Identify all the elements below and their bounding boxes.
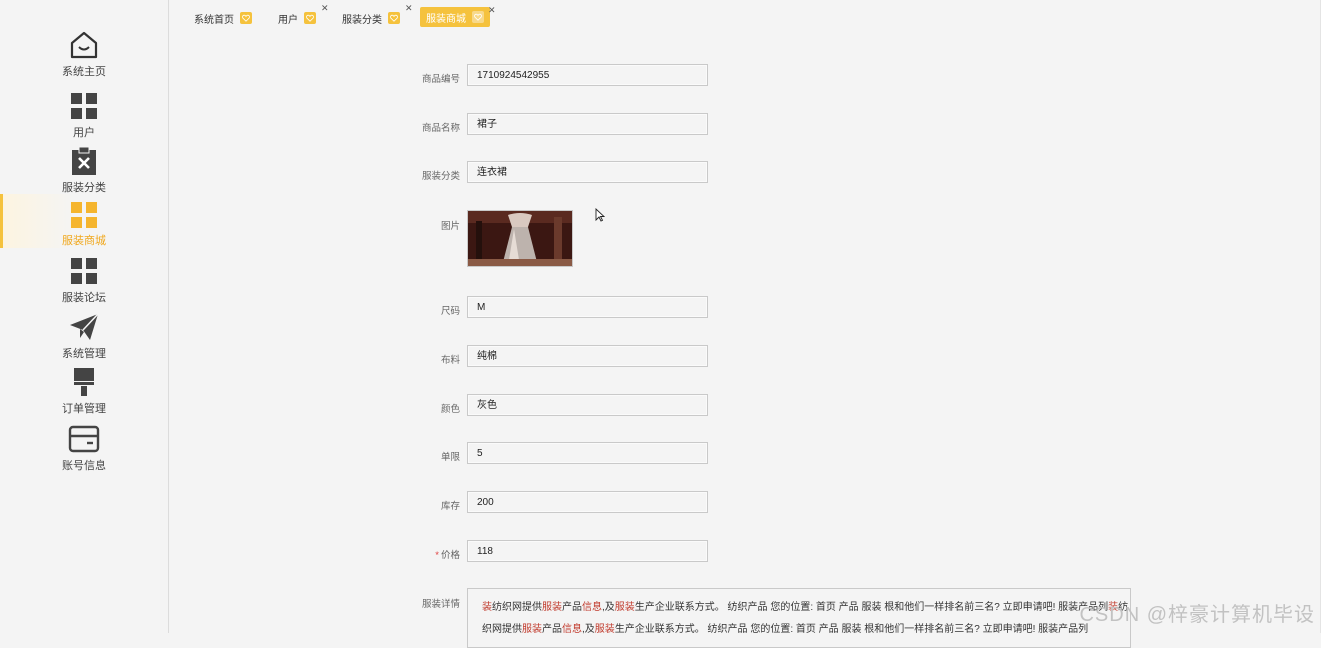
card-icon <box>67 422 101 456</box>
sidebar-item-label: 系统主页 <box>62 66 106 78</box>
field-label: 颜色 <box>440 404 460 415</box>
product-detail-form: 商品编号 1710924542955 商品名称 裙子 服装分类 连衣裙 图片 尺… <box>380 0 1180 648</box>
limit-field[interactable]: 5 <box>467 442 708 464</box>
sidebar-item-label: 账号信息 <box>62 460 106 472</box>
detail-editor[interactable]: 装纺织网提供服装产品信息,及服装生产企业联系方式。 纺织产品 您的位置: 首页 … <box>467 588 1131 648</box>
detail-fragment: 服装 <box>614 602 635 613</box>
color-field[interactable]: 灰色 <box>467 394 708 416</box>
grid-icon <box>67 199 101 231</box>
paper-plane-icon <box>67 310 101 344</box>
sidebar-item-label: 服装论坛 <box>62 292 106 304</box>
sidebar-item-label: 用户 <box>73 127 95 139</box>
product-image[interactable] <box>467 210 573 267</box>
tab-home[interactable]: 系统首页 <box>194 8 252 28</box>
detail-fragment: 产品 <box>562 602 582 613</box>
detail-fragment: 纺织网提供 <box>492 602 542 613</box>
heart-icon <box>304 12 316 24</box>
code-field[interactable]: 1710924542955 <box>467 64 708 86</box>
field-label: 库存 <box>440 501 460 512</box>
sidebar-item-users[interactable]: 用户 <box>0 89 168 143</box>
field-label: 单限 <box>440 452 460 463</box>
detail-fragment: 服装 <box>542 602 562 613</box>
grid-icon <box>67 254 101 288</box>
sidebar-item-shop[interactable]: 服装商城 <box>0 194 168 248</box>
detail-fragment: ,及 <box>602 602 615 613</box>
detail-fragment: 生产企业联系方式。 纺织产品 您的位置: 首页 产品 服装 根和他们一样排名前三… <box>614 624 1089 635</box>
sidebar-item-label: 服装商城 <box>62 235 106 247</box>
tab-label: 系统首页 <box>194 14 234 26</box>
tab-users[interactable]: 用户 ✕ <box>278 3 329 28</box>
sidebar-item-system[interactable]: 系统管理 <box>0 310 168 364</box>
field-label: 商品名称 <box>421 123 460 134</box>
material-field[interactable]: 纯棉 <box>467 345 708 367</box>
sidebar-item-label: 服装分类 <box>62 182 106 194</box>
watermark: CSDN @梓豪计算机毕设 <box>1079 604 1315 626</box>
detail-fragment: 服装 <box>594 624 615 635</box>
detail-line: 织网提供服装产品信息,及服装生产企业联系方式。 纺织产品 您的位置: 首页 产品… <box>482 619 1116 641</box>
home-icon <box>67 28 101 62</box>
brush-icon <box>67 365 101 399</box>
detail-fragment: 生产企业联系方式。 纺织产品 您的位置: 首页 产品 服装 根和他们一样排名前三… <box>634 602 1109 613</box>
field-label: 服装分类 <box>421 171 460 182</box>
active-indicator <box>0 194 3 248</box>
detail-fragment: 装 <box>482 602 492 613</box>
field-label: * 价格 <box>370 547 460 561</box>
category-field[interactable]: 连衣裙 <box>467 161 708 183</box>
field-label: 布料 <box>440 355 460 366</box>
detail-fragment: 服装 <box>522 624 542 635</box>
sidebar-item-home[interactable]: 系统主页 <box>0 28 168 82</box>
name-field[interactable]: 裙子 <box>467 113 708 135</box>
grid-icon <box>67 89 101 123</box>
detail-fragment: ,及 <box>582 624 595 635</box>
sidebar-item-label: 系统管理 <box>62 348 106 360</box>
sidebar-item-orders[interactable]: 订单管理 <box>0 365 168 419</box>
close-icon[interactable]: ✕ <box>321 3 329 14</box>
field-label: 服装详情 <box>421 599 460 610</box>
sidebar-item-label: 订单管理 <box>62 403 106 415</box>
field-label: 图片 <box>440 221 460 232</box>
heart-icon <box>240 12 252 24</box>
sidebar-item-category[interactable]: 服装分类 <box>0 144 168 198</box>
field-label: 商品编号 <box>421 74 460 85</box>
sidebar: 系统主页 用户 服装分类 服装商城 服装论坛 系统管理 订单管理 账号信息 <box>0 0 169 633</box>
tab-label: 服装分类 <box>342 14 382 26</box>
detail-line: 装纺织网提供服装产品信息,及服装生产企业联系方式。 纺织产品 您的位置: 首页 … <box>482 597 1128 619</box>
field-label: 尺码 <box>440 306 460 317</box>
sidebar-item-forum[interactable]: 服装论坛 <box>0 254 168 308</box>
clipboard-x-icon <box>67 144 101 178</box>
detail-fragment: 信息 <box>582 602 602 613</box>
stock-field[interactable]: 200 <box>467 491 708 513</box>
required-mark: * <box>435 550 439 561</box>
price-field[interactable]: 118 <box>467 540 708 562</box>
detail-fragment: 产品 <box>542 624 562 635</box>
sidebar-item-account[interactable]: 账号信息 <box>0 422 168 476</box>
detail-fragment: 信息 <box>562 624 582 635</box>
price-label: 价格 <box>440 550 460 561</box>
detail-fragment: 织网提供 <box>482 624 522 635</box>
size-field[interactable]: M <box>467 296 708 318</box>
tab-label: 用户 <box>278 14 298 26</box>
mouse-cursor-icon <box>595 207 606 227</box>
